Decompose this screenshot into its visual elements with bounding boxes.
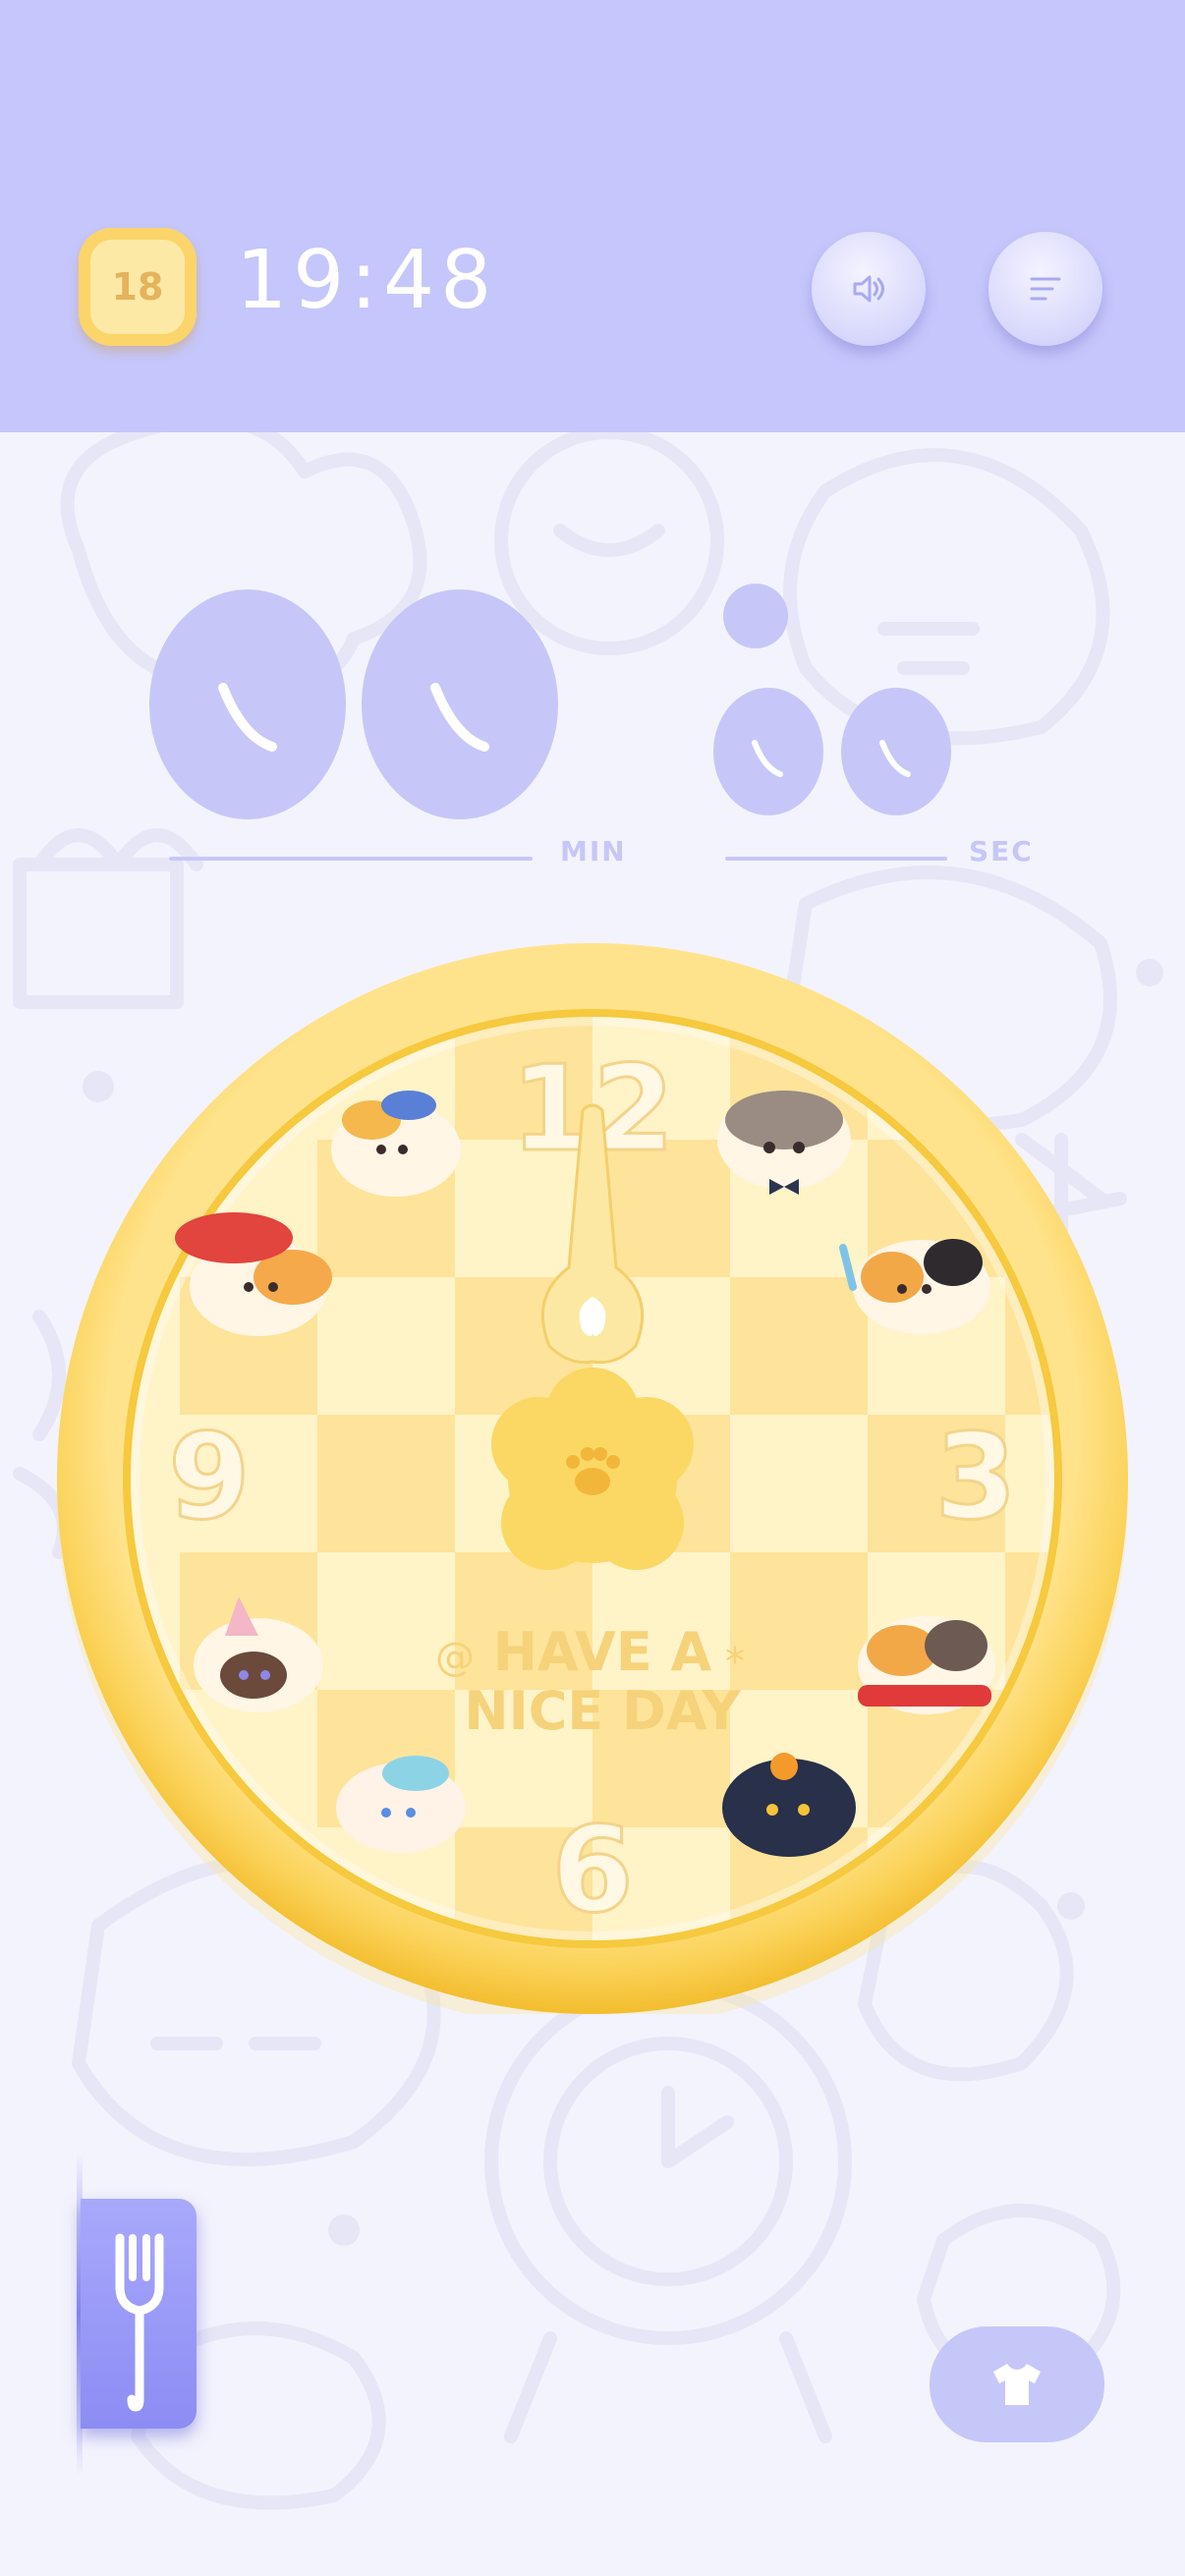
clock-number-3: 3: [934, 1410, 1017, 1546]
cat-scarf-calico: [858, 1616, 995, 1714]
sound-icon: [853, 275, 884, 303]
second-digit-ones: [841, 688, 951, 815]
second-label: SEC: [969, 835, 1034, 868]
digit-shine: [430, 683, 489, 752]
second-underline: [725, 857, 947, 861]
header-bar: [0, 0, 1185, 432]
seconds-indicator-dot: [723, 584, 788, 648]
sparkle-right-icon: *: [725, 1640, 745, 1685]
digit-shine: [752, 740, 783, 777]
feed-button[interactable]: [81, 2199, 197, 2429]
outfit-button[interactable]: [930, 2326, 1104, 2442]
shirt-icon: [993, 2364, 1041, 2405]
second-digit-tens: [713, 688, 823, 815]
clock-number-6: 6: [551, 1803, 634, 1939]
minute-digit-ones: [362, 589, 558, 819]
digit-shine: [879, 740, 911, 777]
clock-message-line2: NICE DAY: [464, 1680, 741, 1742]
fork-icon: [115, 2233, 164, 2412]
sound-button[interactable]: [812, 232, 926, 346]
day-badge-number: 18: [111, 265, 164, 308]
clock-message-line1: HAVE A: [493, 1621, 712, 1683]
clock-number-9: 9: [168, 1410, 251, 1546]
digit-shine: [218, 683, 277, 752]
day-badge[interactable]: 18: [79, 228, 197, 346]
cat-clock: 12 3 6 9 HAVE A NICE DAY @ *: [57, 943, 1128, 2014]
sparkle-left-icon: @: [435, 1635, 475, 1680]
menu-icon: [1030, 277, 1061, 301]
current-time: 19:48: [236, 234, 498, 327]
minute-label: MIN: [560, 835, 627, 868]
countdown-timer: MIN SEC: [0, 570, 1185, 884]
menu-button[interactable]: [988, 232, 1102, 346]
minute-digit-tens: [149, 589, 346, 819]
minute-underline: [169, 857, 533, 861]
